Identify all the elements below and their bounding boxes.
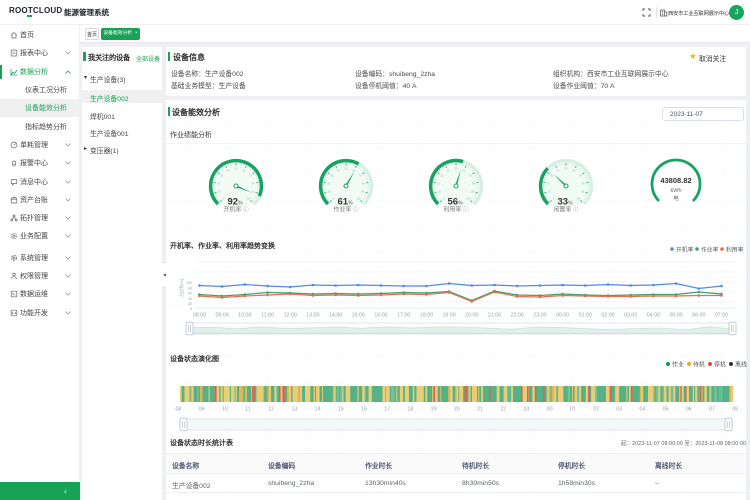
svg-text:19: 19 [431, 407, 437, 413]
svg-text:80: 80 [188, 286, 192, 290]
svg-text:23: 23 [523, 407, 529, 413]
svg-text:0: 0 [190, 307, 192, 311]
svg-text:停机: 停机 [714, 361, 726, 369]
svg-text:14:00: 14:00 [329, 313, 342, 319]
svg-text:13:00: 13:00 [306, 313, 319, 319]
svg-text:43808.82: 43808.82 [660, 176, 691, 185]
svg-text:16:00: 16:00 [374, 313, 387, 319]
svg-text:电: 电 [673, 194, 679, 202]
svg-text:闲置率 ⓘ: 闲置率 ⓘ [553, 206, 579, 214]
svg-text:07:00: 07:00 [715, 313, 728, 319]
svg-text:14: 14 [315, 407, 321, 413]
svg-text:15: 15 [338, 407, 344, 413]
svg-text:05:00: 05:00 [669, 313, 682, 319]
svg-text:占比率(%): 占比率(%) [178, 278, 184, 297]
svg-text:09:00: 09:00 [215, 313, 228, 319]
svg-text:11: 11 [245, 407, 251, 413]
svg-text:起：2023-11-07 08:00:00 至：2023-1: 起：2023-11-07 08:00:00 至：2023-11-08 08:00… [621, 440, 746, 447]
svg-text:02: 02 [593, 407, 599, 413]
svg-text:02:00: 02:00 [601, 313, 614, 319]
svg-text:13: 13 [291, 407, 297, 413]
svg-text:20: 20 [188, 302, 192, 306]
svg-text:40: 40 [188, 297, 192, 301]
svg-text:开机率 ⓘ: 开机率 ⓘ [223, 206, 249, 214]
svg-text:15:00: 15:00 [352, 313, 365, 319]
svg-text:09: 09 [199, 407, 205, 413]
svg-text:07: 07 [709, 407, 715, 413]
svg-text:16: 16 [361, 407, 367, 413]
svg-text:01: 01 [570, 407, 576, 413]
svg-text:19:00: 19:00 [442, 313, 455, 319]
svg-text:100: 100 [576, 196, 581, 200]
svg-text:17:00: 17:00 [397, 313, 410, 319]
svg-text:100: 100 [246, 196, 251, 200]
svg-text:05: 05 [663, 407, 669, 413]
svg-text:100: 100 [466, 196, 471, 200]
svg-text:18:00: 18:00 [420, 313, 433, 319]
svg-text:作业率 ⓘ: 作业率 ⓘ [333, 206, 359, 214]
svg-text:10:00: 10:00 [238, 313, 251, 319]
svg-text:21: 21 [477, 407, 483, 413]
svg-text:作业: 作业 [672, 361, 684, 369]
svg-text:00:00: 00:00 [556, 313, 569, 319]
svg-text:18: 18 [407, 407, 413, 413]
svg-text:08: 08 [732, 407, 738, 413]
svg-text:11:00: 11:00 [261, 313, 274, 319]
svg-text:23:00: 23:00 [533, 313, 546, 319]
svg-text:04:00: 04:00 [647, 313, 660, 319]
svg-text:03:00: 03:00 [624, 313, 637, 319]
svg-text:开机率: 开机率 [676, 246, 694, 254]
svg-text:08: 08 [175, 407, 181, 413]
svg-text:60: 60 [188, 292, 192, 296]
svg-text:12:00: 12:00 [284, 313, 297, 319]
svg-text:08:00: 08:00 [193, 313, 206, 319]
svg-text:kWh: kWh [671, 188, 682, 194]
svg-text:17: 17 [384, 407, 390, 413]
svg-text:开机率、作业率、利用率趋势变换: 开机率、作业率、利用率趋势变换 [170, 241, 276, 250]
svg-text:12: 12 [268, 407, 274, 413]
svg-text:00: 00 [547, 407, 553, 413]
svg-text:20: 20 [454, 407, 460, 413]
svg-text:06: 06 [686, 407, 692, 413]
svg-text:待机: 待机 [693, 361, 705, 369]
svg-text:设备状态时长统计表: 设备状态时长统计表 [170, 438, 234, 447]
svg-text:22:00: 22:00 [511, 313, 524, 319]
svg-text:20:00: 20:00 [465, 313, 478, 319]
svg-text:06:00: 06:00 [692, 313, 705, 319]
svg-text:利用率: 利用率 [726, 246, 744, 254]
svg-text:04: 04 [639, 407, 645, 413]
svg-text:03: 03 [616, 407, 622, 413]
svg-text:22: 22 [500, 407, 506, 413]
svg-text:作业率: 作业率 [701, 246, 719, 254]
svg-text:100: 100 [356, 196, 361, 200]
svg-text:01:00: 01:00 [579, 313, 592, 319]
svg-text:10: 10 [222, 407, 228, 413]
svg-text:21:00: 21:00 [488, 313, 501, 319]
svg-text:离线: 离线 [735, 361, 747, 369]
svg-text:利用率 ⓘ: 利用率 ⓘ [443, 206, 469, 214]
svg-text:设备状态演化图: 设备状态演化图 [170, 354, 219, 363]
svg-text:100: 100 [186, 281, 192, 285]
